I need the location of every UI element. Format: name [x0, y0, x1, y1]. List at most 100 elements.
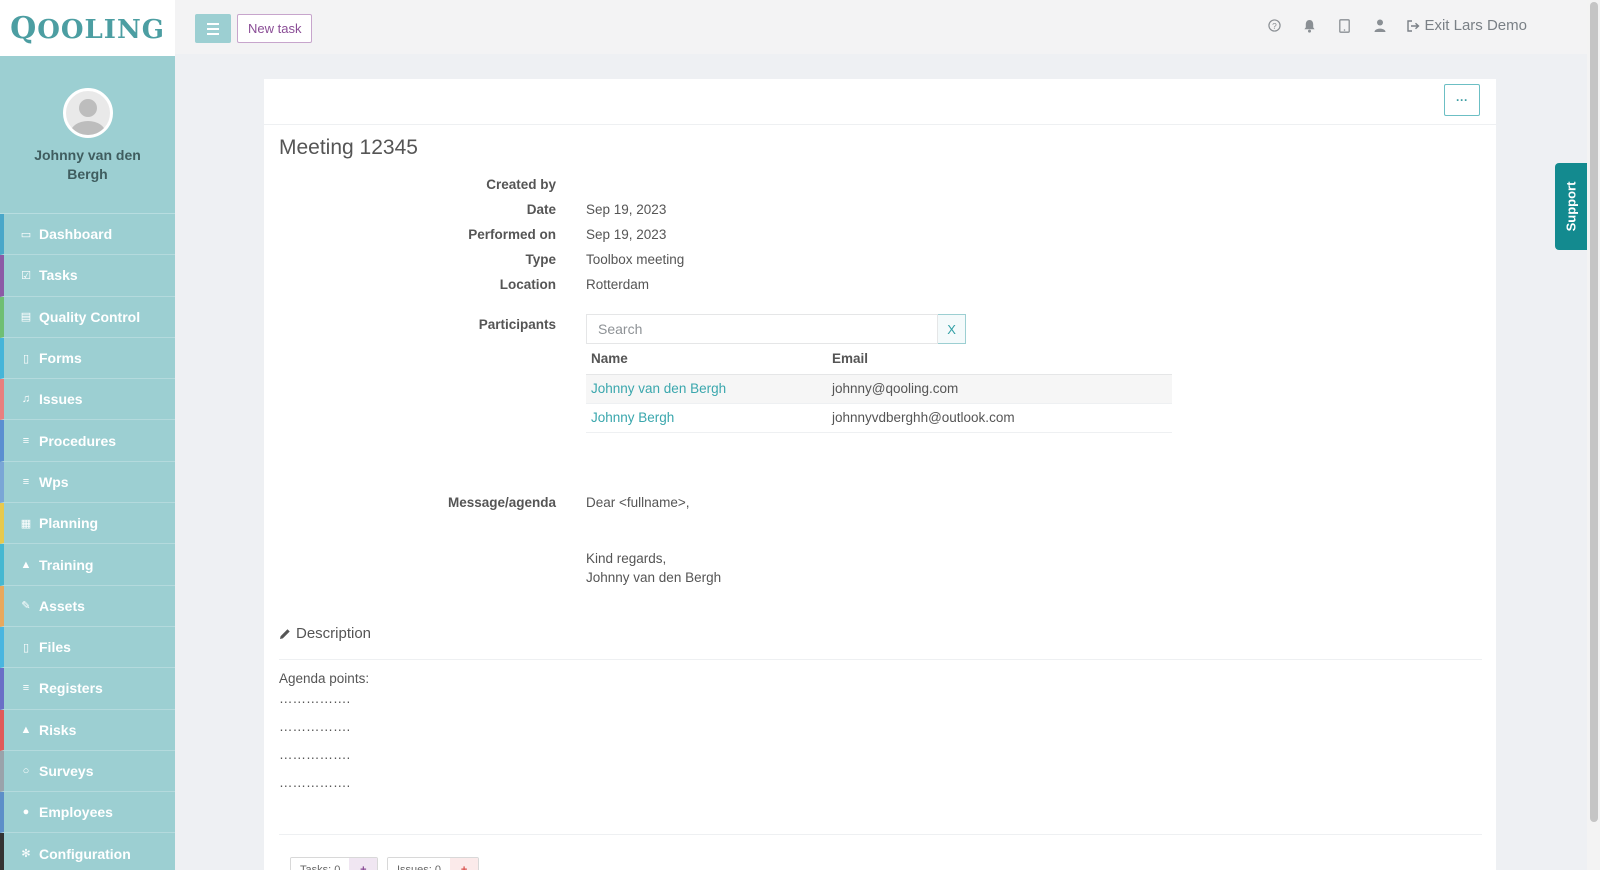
sidebar-item-label: Assets: [39, 597, 85, 614]
user-icon[interactable]: [1372, 18, 1387, 33]
comment-icon: ○: [22, 765, 30, 777]
performed-on-value: Sep 19, 2023: [586, 227, 667, 242]
bars-icon: ≡: [22, 682, 30, 695]
sidebar-item-wps[interactable]: ≡ Wps: [0, 461, 175, 504]
list-icon: ≡: [22, 434, 30, 447]
participants-label: Participants: [478, 317, 556, 332]
date-value: Sep 19, 2023: [586, 202, 667, 217]
agenda-point: …………….: [279, 691, 351, 706]
sidebar-item-label: Tasks: [39, 267, 78, 284]
sidebar-item-label: Wps: [39, 473, 69, 490]
description-title: Description: [296, 625, 372, 642]
sidebar-item-files[interactable]: ▯ Files: [0, 626, 175, 669]
wrench-icon: ✎: [21, 600, 31, 613]
message-label: Message/agenda: [447, 495, 556, 510]
scrollbar-thumb[interactable]: [1590, 2, 1598, 822]
sidebar-item-procedures[interactable]: ≡ Procedures: [0, 420, 175, 462]
sidebar-item-surveys[interactable]: ○ Surveys: [0, 750, 175, 793]
sidebar-item-training[interactable]: ▲ Training: [0, 544, 175, 586]
check-square-icon: ☑: [21, 269, 31, 282]
email-column-header[interactable]: Email: [827, 344, 1172, 375]
page-title: Meeting 12345: [279, 136, 418, 159]
sidebar-item-configuration[interactable]: ✻ Configuration: [0, 833, 175, 870]
sidebar-item-label: Planning: [39, 515, 99, 532]
avatar[interactable]: [62, 88, 113, 138]
list-icon: ≡: [22, 475, 30, 488]
sidebar-item-label: Employees: [39, 804, 113, 821]
sidebar-item-label: Surveys: [39, 763, 94, 779]
sidebar-item-label: Configuration: [39, 845, 131, 862]
add-task-button[interactable]: +: [349, 858, 378, 870]
sidebar-item-issues[interactable]: ♫ Issues: [0, 379, 175, 421]
sidebar-item-label: Issues: [39, 391, 83, 408]
sidebar-item-registers[interactable]: ≡ Registers: [0, 668, 175, 710]
tasks-counter-group: Tasks: 0 +: [290, 857, 379, 870]
sidebar-item-forms[interactable]: ▯ Forms: [0, 337, 175, 380]
participant-name-link[interactable]: Johnny Bergh: [591, 410, 674, 425]
exit-demo-link[interactable]: Exit Lars Demo: [1407, 17, 1527, 34]
sign-out-icon: [1407, 19, 1420, 32]
issues-count-button[interactable]: Issues: 0: [388, 858, 451, 870]
divider: [279, 659, 1482, 660]
participant-search-input[interactable]: [586, 314, 939, 344]
date-row: Date Sep 19, 2023: [264, 202, 864, 217]
app-logo[interactable]: QOOLING: [10, 11, 165, 46]
sidebar-item-label: Forms: [39, 350, 82, 367]
sidebar-item-employees[interactable]: ● Employees: [0, 792, 175, 834]
sidebar-item-label: Dashboard: [39, 226, 113, 243]
created-by-label: Created by: [486, 177, 556, 192]
graduation-cap-icon: ▲: [20, 558, 32, 571]
new-task-button[interactable]: New task: [237, 14, 313, 43]
participant-email: johnny@qooling.com: [827, 374, 1172, 404]
support-label: Support: [1563, 181, 1579, 232]
table-row: Johnny Bergh johnnyvdberghh@outlook.com: [586, 403, 1172, 433]
help-icon[interactable]: ?: [1267, 18, 1282, 33]
pencil-icon: [280, 628, 290, 639]
message-closing: Kind regards,: [586, 551, 667, 566]
sidebar-item-label: Files: [39, 639, 71, 656]
add-issue-button[interactable]: +: [450, 858, 479, 870]
type-value: Toolbox meeting: [586, 252, 685, 267]
participant-email: johnnyvdberghh@outlook.com: [827, 403, 1172, 433]
location-row: Location Rotterdam: [264, 277, 864, 292]
more-options-button[interactable]: ···: [1444, 84, 1480, 116]
agenda-point: …………….: [279, 775, 351, 790]
sidebar-item-tasks[interactable]: ☑ Tasks: [0, 255, 175, 297]
sidebar-item-label: Procedures: [39, 432, 117, 449]
top-icons: ? Exit Lars Demo: [1267, 17, 1527, 34]
table-header-row: Name Email: [586, 344, 1172, 375]
sidebar-item-dashboard[interactable]: ▭ Dashboard: [0, 214, 175, 256]
monitor-icon: ▭: [20, 228, 32, 241]
tablet-icon[interactable]: [1337, 18, 1352, 33]
message-signature: Johnny van den Bergh: [586, 570, 722, 585]
user-profile: Johnny van den Bergh: [0, 56, 175, 214]
svg-text:?: ?: [1273, 21, 1278, 31]
exit-demo-label: Exit Lars Demo: [1424, 17, 1527, 34]
file-icon: ▯: [22, 352, 30, 365]
logo-area[interactable]: QOOLING: [0, 0, 175, 56]
name-column-header[interactable]: Name: [586, 344, 827, 375]
clear-search-button[interactable]: X: [938, 314, 966, 344]
sidebar-item-quality-control[interactable]: ▤ Quality Control: [0, 296, 175, 338]
bell-icon[interactable]: [1302, 18, 1317, 33]
menu-toggle-button[interactable]: [195, 14, 231, 43]
sidebar-item-label: Quality Control: [39, 308, 141, 325]
sidebar-item-label: Registers: [39, 680, 103, 697]
sidebar-item-assets[interactable]: ✎ Assets: [0, 585, 175, 627]
participant-name-link[interactable]: Johnny van den Bergh: [591, 381, 726, 396]
performed-on-row: Performed on Sep 19, 2023: [264, 227, 864, 242]
sidebar-item-planning[interactable]: ▦ Planning: [0, 503, 175, 545]
calendar-icon: ▦: [20, 517, 32, 530]
performed-on-label: Performed on: [468, 227, 556, 242]
issues-counter-group: Issues: 0 +: [387, 857, 480, 870]
book-icon: ▤: [20, 311, 32, 324]
support-tab[interactable]: Support: [1555, 163, 1587, 250]
location-value: Rotterdam: [586, 277, 650, 292]
file-pdf-icon: ▯: [22, 641, 30, 654]
warning-icon: ▲: [20, 723, 32, 736]
tasks-count-button[interactable]: Tasks: 0: [291, 858, 350, 870]
agenda-point: …………….: [279, 747, 351, 762]
sidebar-item-risks[interactable]: ▲ Risks: [0, 709, 175, 751]
location-label: Location: [499, 277, 556, 292]
type-row: Type Toolbox meeting: [264, 252, 864, 267]
